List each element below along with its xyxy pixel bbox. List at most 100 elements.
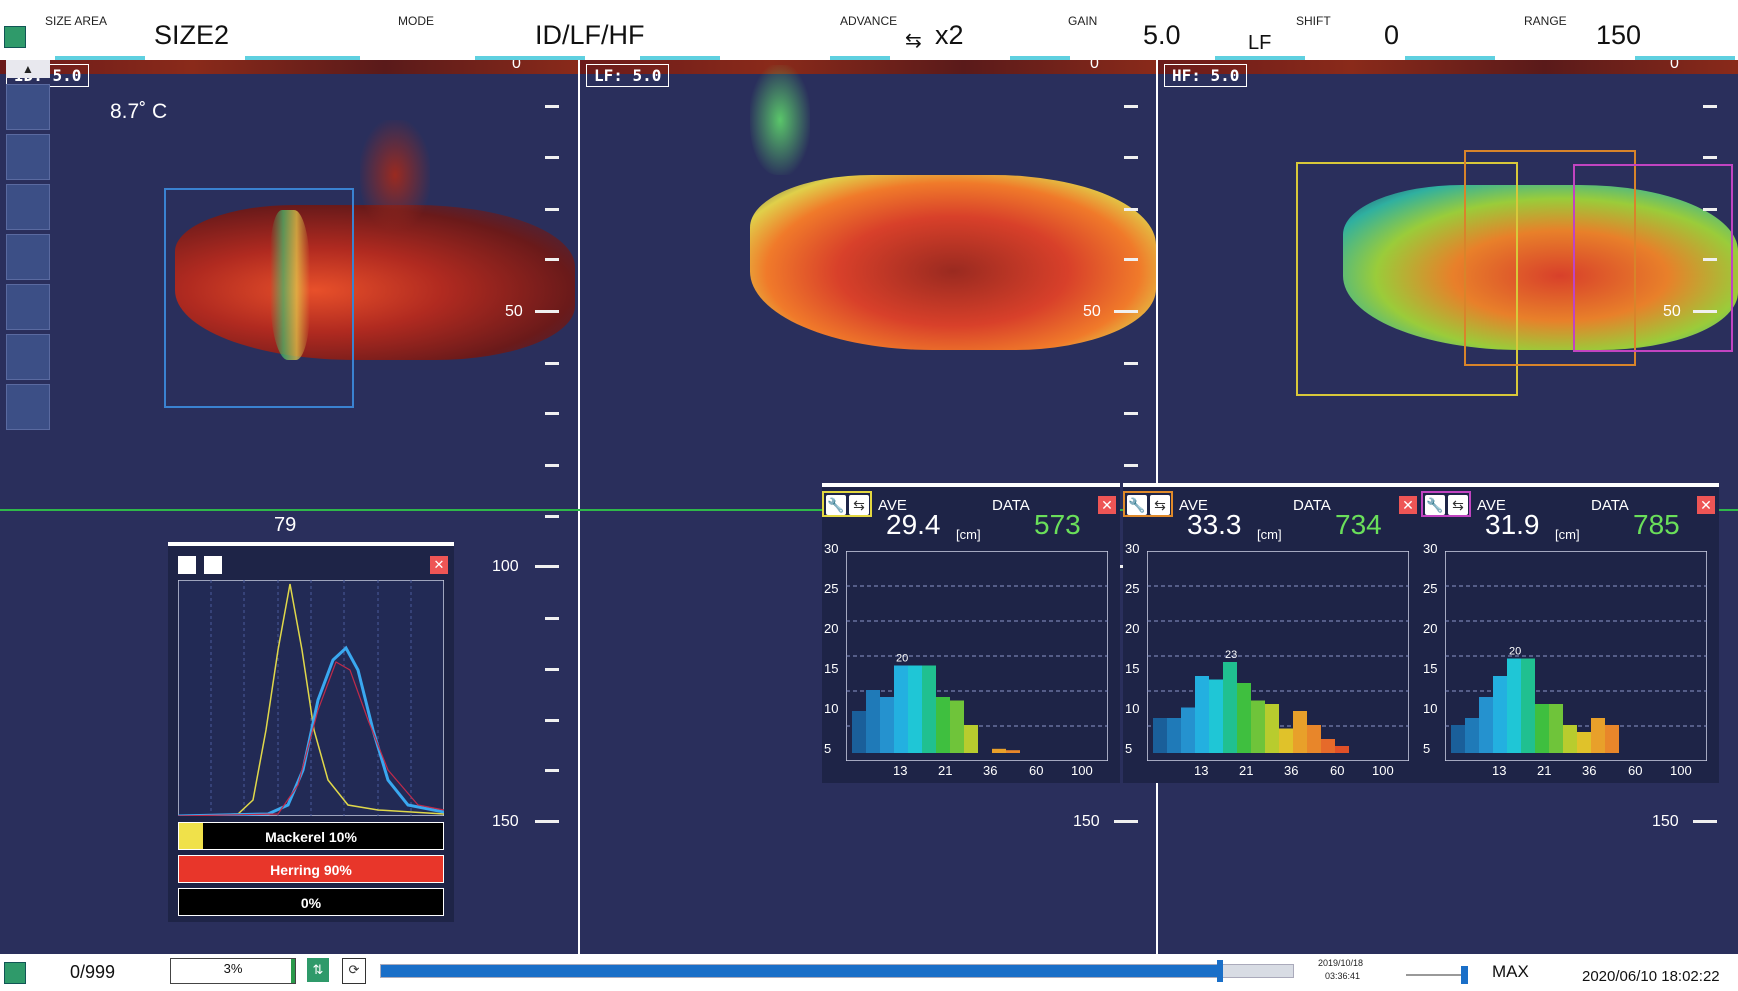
mackerel-percentage: Mackerel 10% (265, 829, 357, 845)
depth-scale-150: 150 (1652, 813, 1679, 830)
recording-progress: 3% (170, 958, 296, 984)
x-tick-label: 13 (893, 763, 908, 778)
histogram-bar (1167, 718, 1181, 753)
swap-icon[interactable]: ⇆ (1150, 495, 1170, 515)
depth-scale-150: 150 (1073, 813, 1100, 830)
menu-toggle-icon[interactable] (4, 26, 26, 48)
shift-value[interactable]: 0 (1384, 20, 1399, 51)
close-icon[interactable]: ✕ (1098, 496, 1116, 514)
wrench-icon[interactable]: 🔧 (1127, 495, 1147, 515)
close-icon[interactable]: ✕ (1399, 496, 1417, 514)
histogram-bar (936, 697, 950, 753)
speed-slider[interactable] (1406, 966, 1468, 984)
depth-scale-0: 0 (1670, 60, 1679, 72)
x-tick-label: 36 (983, 763, 998, 778)
speaker-icon[interactable] (6, 234, 50, 280)
range-value[interactable]: 150 (1596, 20, 1641, 51)
x-tick-label: 21 (1239, 763, 1254, 778)
x-tick-label: 21 (938, 763, 953, 778)
histogram-bar (1577, 732, 1591, 753)
app-icon[interactable] (4, 962, 26, 984)
histogram-bar (1181, 707, 1195, 753)
fish-icon[interactable] (6, 84, 50, 130)
y-tick-label: 20 (1423, 621, 1438, 636)
chart-combo-icon[interactable] (6, 284, 50, 330)
x-tick-label: 36 (1582, 763, 1597, 778)
seabed-icon[interactable] (6, 134, 50, 180)
x-tick-label: 60 (1330, 763, 1345, 778)
histogram-bar (1251, 700, 1265, 753)
wrench-icon[interactable]: 🔧 (1425, 495, 1445, 515)
peak-bar-label: 20 (1509, 646, 1521, 658)
other-percentage: 0% (300, 895, 322, 911)
histogram-bar (894, 665, 908, 753)
tools-icon[interactable] (6, 384, 50, 430)
histogram-bar (866, 690, 880, 753)
histogram-bar (1195, 676, 1209, 753)
close-icon[interactable]: ✕ (430, 556, 448, 574)
layers-icon[interactable] (6, 334, 50, 380)
playback-slider[interactable] (380, 960, 1294, 982)
size-area-frame[interactable] (164, 188, 354, 408)
cursor-depth-readout: 79 (274, 514, 297, 536)
wrench-icon[interactable] (204, 556, 222, 574)
bar-chart-icon[interactable] (6, 184, 50, 230)
depth-scale-100: 100 (492, 558, 519, 575)
recording-time: 03:36:41 (1325, 971, 1361, 981)
histogram-bar (992, 748, 1006, 753)
speed-max-label: MAX (1492, 962, 1529, 981)
water-temperature: 8.7˚ C (110, 100, 168, 123)
data-count-value: 734 (1335, 509, 1382, 540)
print-icon[interactable] (178, 556, 196, 574)
x-tick-label: 60 (1029, 763, 1044, 778)
size-area-label: SIZE AREA (45, 14, 108, 28)
equalizer-icon[interactable]: ⇅ (307, 958, 329, 982)
histogram-bar (1223, 662, 1237, 753)
range-label: RANGE (1524, 14, 1567, 28)
mode-value[interactable]: ID/LF/HF (535, 20, 645, 51)
y-tick-label: 5 (1423, 741, 1431, 756)
y-tick-label: 10 (1423, 701, 1438, 716)
histogram-bar (1321, 739, 1335, 753)
collapse-up-button[interactable]: ▲ (6, 60, 50, 78)
y-tick-label: 25 (824, 581, 839, 596)
species-row-herring: Herring 90% (178, 855, 444, 883)
y-tick-label: 30 (824, 541, 839, 556)
playback-thumb[interactable] (1217, 960, 1224, 982)
playback-fill (381, 965, 1221, 977)
gain-value[interactable]: 5.0 (1143, 20, 1181, 51)
advance-value[interactable]: x2 (935, 20, 964, 51)
x-tick-label: 13 (1194, 763, 1209, 778)
y-tick-label: 15 (824, 661, 839, 676)
size-area-value[interactable]: SIZE2 (154, 20, 229, 51)
progress-label: 3% (223, 961, 243, 976)
y-tick-label: 30 (1125, 541, 1140, 556)
swap-icon[interactable]: ⇆ (1448, 495, 1468, 515)
x-tick-label: 60 (1628, 763, 1643, 778)
data-label: DATA (992, 497, 1030, 514)
average-size-value: 33.3 (1187, 509, 1242, 540)
average-size-value: 29.4 (886, 509, 941, 540)
peak-bar-label: 20 (896, 653, 908, 665)
pane-label-lf: LF: 5.0 (586, 64, 670, 87)
depth-scale-50: 50 (505, 303, 523, 320)
histogram-bar (1006, 750, 1020, 753)
species-distribution-panel: ✕ Mackerel 10% Herring 90% 0% (168, 542, 454, 922)
histogram-bar (1209, 679, 1223, 753)
depth-scale-150: 150 (492, 813, 519, 830)
swap-icon[interactable]: ⇆ (849, 495, 869, 515)
x-tick-label: 100 (1071, 763, 1093, 778)
histogram-bar (908, 665, 922, 753)
x-tick-label: 13 (1492, 763, 1507, 778)
y-tick-label: 15 (1423, 661, 1438, 676)
refresh-icon[interactable]: ⟳ (342, 958, 366, 984)
close-icon[interactable]: ✕ (1697, 496, 1715, 514)
data-label: DATA (1591, 497, 1629, 514)
speed-thumb[interactable] (1461, 966, 1468, 984)
record-counter: 0/999 (70, 962, 116, 982)
depth-scale-0: 0 (512, 60, 521, 72)
species-row-other: 0% (178, 888, 444, 916)
y-tick-label: 20 (824, 621, 839, 636)
data-label: DATA (1293, 497, 1331, 514)
wrench-icon[interactable]: 🔧 (826, 495, 846, 515)
